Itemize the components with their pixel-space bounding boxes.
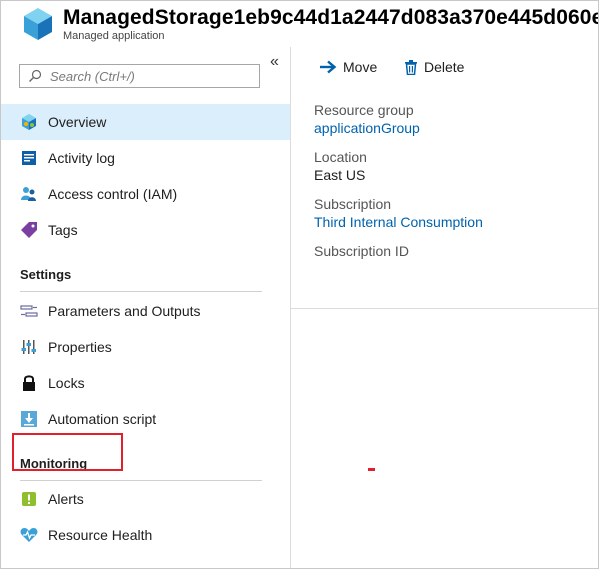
activity-log-icon — [20, 149, 38, 167]
resource-group-label: Resource group — [314, 102, 414, 118]
page-title: ManagedStorage1eb9c44d1a2447d083a370e445… — [63, 6, 599, 29]
sidebar-item-label: Alerts — [48, 491, 84, 507]
sidebar-item-parameters-and-outputs[interactable]: Parameters and Outputs — [1, 293, 290, 329]
tag-icon — [20, 221, 38, 239]
app-window: ManagedStorage1eb9c44d1a2447d083a370e445… — [0, 0, 599, 569]
red-mark — [368, 468, 375, 471]
subscription-link[interactable]: Third Internal Consumption — [314, 213, 483, 231]
heart-icon — [20, 526, 38, 544]
sidebar-item-label: Resource Health — [48, 527, 153, 543]
section-divider — [20, 291, 262, 292]
move-label: Move — [343, 59, 378, 75]
automation-script-icon — [20, 410, 38, 428]
sidebar-item-tags[interactable]: Tags — [1, 212, 290, 248]
sidebar-item-activity-log[interactable]: Activity log — [1, 140, 290, 176]
sidebar-item-access-control[interactable]: Access control (IAM) — [1, 176, 290, 212]
section-title-settings: Settings — [20, 267, 72, 282]
sidebar-item-label: Overview — [48, 114, 107, 130]
alert-icon — [20, 490, 38, 508]
sidebar-item-label: Access control (IAM) — [48, 186, 178, 202]
sidebar-item-locks[interactable]: Locks — [1, 365, 290, 401]
sidebar-item-label: Automation script — [48, 411, 157, 427]
search-box[interactable] — [19, 64, 260, 88]
location-label: Location — [314, 149, 367, 165]
arrow-right-icon — [320, 60, 337, 74]
subscription-label: Subscription — [314, 196, 392, 212]
sidebar-item-resource-health[interactable]: Resource Health — [1, 517, 290, 553]
overview-pane: Move Delete Resource group applicationGr… — [291, 47, 598, 568]
command-bar: Move Delete — [291, 47, 598, 87]
sidebar-item-label: Parameters and Outputs — [48, 303, 201, 319]
sidebar-item-label: Locks — [48, 375, 85, 391]
sidebar-item-properties[interactable]: Properties — [1, 329, 290, 365]
location-value: East US — [314, 167, 366, 183]
sidebar-item-label: Tags — [48, 222, 78, 238]
section-title-monitoring: Monitoring — [20, 456, 88, 471]
search-input[interactable] — [48, 67, 252, 85]
essentials-panel: Resource group applicationGroup Location… — [314, 101, 483, 289]
parameters-icon — [20, 302, 38, 320]
collapse-menu-button[interactable]: « — [270, 53, 279, 71]
overview-icon — [20, 113, 38, 131]
search-icon — [29, 69, 42, 82]
blade-header: ManagedStorage1eb9c44d1a2447d083a370e445… — [1, 1, 598, 47]
subscription-id-value — [314, 260, 483, 278]
trash-icon — [405, 59, 417, 75]
lock-icon — [20, 374, 38, 392]
delete-button[interactable]: Delete — [404, 59, 464, 75]
sidebar-item-overview[interactable]: Overview — [1, 104, 290, 140]
move-button[interactable]: Move — [319, 59, 377, 75]
sidebar-item-label: Properties — [48, 339, 112, 355]
properties-icon — [20, 338, 38, 356]
resource-group-link[interactable]: applicationGroup — [314, 119, 483, 137]
resource-menu: « Overview — [1, 47, 290, 568]
sidebar-item-alerts[interactable]: Alerts — [1, 481, 290, 517]
page-subtitle: Managed application — [63, 30, 165, 42]
sidebar-item-automation-script[interactable]: Automation script — [1, 401, 290, 437]
essentials-divider — [291, 308, 598, 309]
delete-label: Delete — [424, 59, 465, 75]
sidebar-item-label: Activity log — [48, 150, 115, 166]
cube-icon — [24, 8, 52, 40]
subscription-id-label: Subscription ID — [314, 243, 409, 259]
iam-icon — [20, 185, 38, 203]
